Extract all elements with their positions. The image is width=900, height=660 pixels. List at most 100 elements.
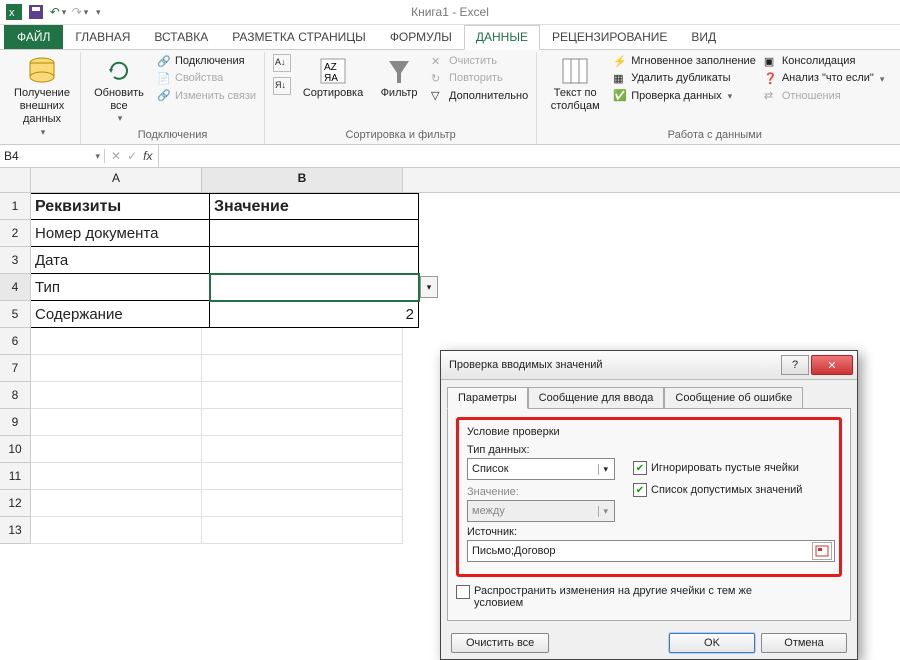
data-validation-button[interactable]: ✅Проверка данных▾ (611, 88, 758, 105)
tab-review[interactable]: РЕЦЕНЗИРОВАНИЕ (540, 25, 679, 49)
cell-A5[interactable]: Содержание (31, 301, 210, 328)
type-dropdown[interactable]: Список▾ (467, 458, 615, 480)
dialog-tab-error-alert[interactable]: Сообщение об ошибке (664, 387, 803, 409)
enter-icon: ✓ (127, 149, 137, 163)
clear-filter-button[interactable]: ✕Очистить (429, 53, 530, 70)
svg-text:ЯA: ЯA (324, 73, 338, 84)
type-label: Тип данных: (467, 444, 615, 456)
refresh-all-button[interactable]: Обновить все▾ (87, 53, 151, 126)
tab-view[interactable]: ВИД (679, 25, 728, 49)
get-external-data-button[interactable]: Получение внешних данных▾ (10, 53, 74, 139)
col-header-A[interactable]: A (31, 168, 202, 192)
whatif-button[interactable]: ❓Анализ "что если"▾ (762, 70, 887, 87)
name-box[interactable]: B4▾ (0, 149, 105, 163)
row-header-6[interactable]: 6 (0, 328, 31, 355)
edit-links-icon: 🔗 (157, 89, 171, 103)
propagate-checkbox[interactable]: Распространить изменения на другие ячейк… (456, 585, 842, 609)
properties-button[interactable]: 📄Свойства (155, 70, 258, 87)
value-dropdown: между▾ (467, 500, 615, 522)
sort-button[interactable]: АZЯA Сортировка (297, 53, 369, 102)
dedup-icon: ▦ (613, 72, 627, 86)
cell-B4[interactable]: ▾ (210, 274, 419, 301)
save-icon[interactable] (28, 4, 44, 20)
select-all-corner[interactable] (0, 168, 31, 192)
group-sortfilter: Сортировка и фильтр (271, 129, 530, 143)
col-header-B[interactable]: B (202, 168, 403, 192)
clear-all-button[interactable]: Очистить все (451, 633, 549, 653)
consolidate-button[interactable]: ▣Консолидация (762, 53, 887, 70)
cancel-button[interactable]: Отмена (761, 633, 847, 653)
text-to-columns-button[interactable]: Текст по столбцам (543, 53, 607, 115)
undo-icon[interactable]: ↶▾ (50, 4, 66, 20)
cell-A3[interactable]: Дата (31, 247, 210, 274)
advanced-filter-button[interactable]: ▽Дополнительно (429, 88, 530, 105)
in-cell-dropdown-checkbox[interactable]: ✔Список допустимых значений (633, 483, 802, 497)
svg-text:x: x (9, 7, 15, 19)
row-header-7[interactable]: 7 (0, 355, 31, 382)
redo-icon[interactable]: ↷▾ (72, 4, 88, 20)
tab-pagelayout[interactable]: РАЗМЕТКА СТРАНИЦЫ (220, 25, 378, 49)
cell-B1[interactable]: Значение (210, 193, 419, 220)
link-icon: 🔗 (157, 55, 171, 69)
fx-icon[interactable]: fx (143, 149, 152, 163)
cancel-icon: ✕ (111, 149, 121, 163)
qat-customize[interactable]: ▾ (96, 7, 101, 18)
group-connections: Подключения (87, 129, 258, 143)
cell-B5[interactable]: 2 (210, 301, 419, 328)
reapply-button[interactable]: ↻Повторить (429, 70, 530, 87)
clear-icon: ✕ (431, 55, 445, 69)
row-header-8[interactable]: 8 (0, 382, 31, 409)
range-selector-icon[interactable] (812, 542, 832, 560)
consolidate-icon: ▣ (764, 55, 778, 69)
cell-A1[interactable]: Реквизиты (31, 193, 210, 220)
tab-home[interactable]: ГЛАВНАЯ (63, 25, 142, 49)
dialog-tab-parameters[interactable]: Параметры (447, 387, 528, 409)
sort-asc-button[interactable]: А↓ (271, 53, 293, 73)
funnel-icon (383, 55, 415, 87)
validation-dropdown-icon[interactable]: ▾ (420, 276, 438, 298)
ignore-blank-checkbox[interactable]: ✔Игнорировать пустые ячейки (633, 461, 802, 475)
row-header-11[interactable]: 11 (0, 463, 31, 490)
cell-B3[interactable] (210, 247, 419, 274)
advanced-icon: ▽ (431, 89, 445, 103)
sort-icon: АZЯA (317, 55, 349, 87)
filter-button[interactable]: Фильтр (373, 53, 425, 102)
refresh-icon (103, 55, 135, 87)
cell-A2[interactable]: Номер документа (31, 220, 210, 247)
ok-button[interactable]: OK (669, 633, 755, 653)
cell-B2[interactable] (210, 220, 419, 247)
row-header-2[interactable]: 2 (0, 220, 31, 247)
row-header-1[interactable]: 1 (0, 193, 31, 220)
source-input[interactable]: Письмо;Договор (467, 540, 835, 562)
row-header-5[interactable]: 5 (0, 301, 31, 328)
dialog-tab-input-message[interactable]: Сообщение для ввода (528, 387, 665, 409)
relations-button[interactable]: ⇄Отношения (762, 88, 887, 105)
tab-formulas[interactable]: ФОРМУЛЫ (378, 25, 464, 49)
dialog-title: Проверка вводимых значений (449, 359, 603, 371)
remove-duplicates-button[interactable]: ▦Удалить дубликаты (611, 70, 758, 87)
cell-A4[interactable]: Тип (31, 274, 210, 301)
row-header-13[interactable]: 13 (0, 517, 31, 544)
tab-data[interactable]: ДАННЫЕ (464, 25, 540, 50)
connections-button[interactable]: 🔗Подключения (155, 53, 258, 70)
whatif-icon: ❓ (764, 72, 778, 86)
text-columns-icon (559, 55, 591, 87)
dialog-help-button[interactable]: ? (781, 355, 809, 375)
tab-insert[interactable]: ВСТАВКА (142, 25, 220, 49)
row-header-9[interactable]: 9 (0, 409, 31, 436)
source-label: Источник: (467, 526, 831, 538)
tab-file[interactable]: ФАЙЛ (4, 25, 63, 49)
properties-icon: 📄 (157, 72, 171, 86)
row-header-10[interactable]: 10 (0, 436, 31, 463)
dialog-close-button[interactable]: ✕ (811, 355, 853, 375)
row-header-4[interactable]: 4 (0, 274, 31, 301)
row-header-3[interactable]: 3 (0, 247, 31, 274)
relations-icon: ⇄ (764, 89, 778, 103)
sort-desc-button[interactable]: Я↓ (271, 76, 293, 96)
flash-fill-button[interactable]: ⚡Мгновенное заполнение (611, 53, 758, 70)
sort-za-icon: Я↓ (273, 77, 291, 95)
edit-links-button[interactable]: 🔗Изменить связи (155, 88, 258, 105)
group-datatools: Работа с данными (543, 129, 886, 143)
svg-text:АZ: АZ (324, 62, 337, 73)
row-header-12[interactable]: 12 (0, 490, 31, 517)
